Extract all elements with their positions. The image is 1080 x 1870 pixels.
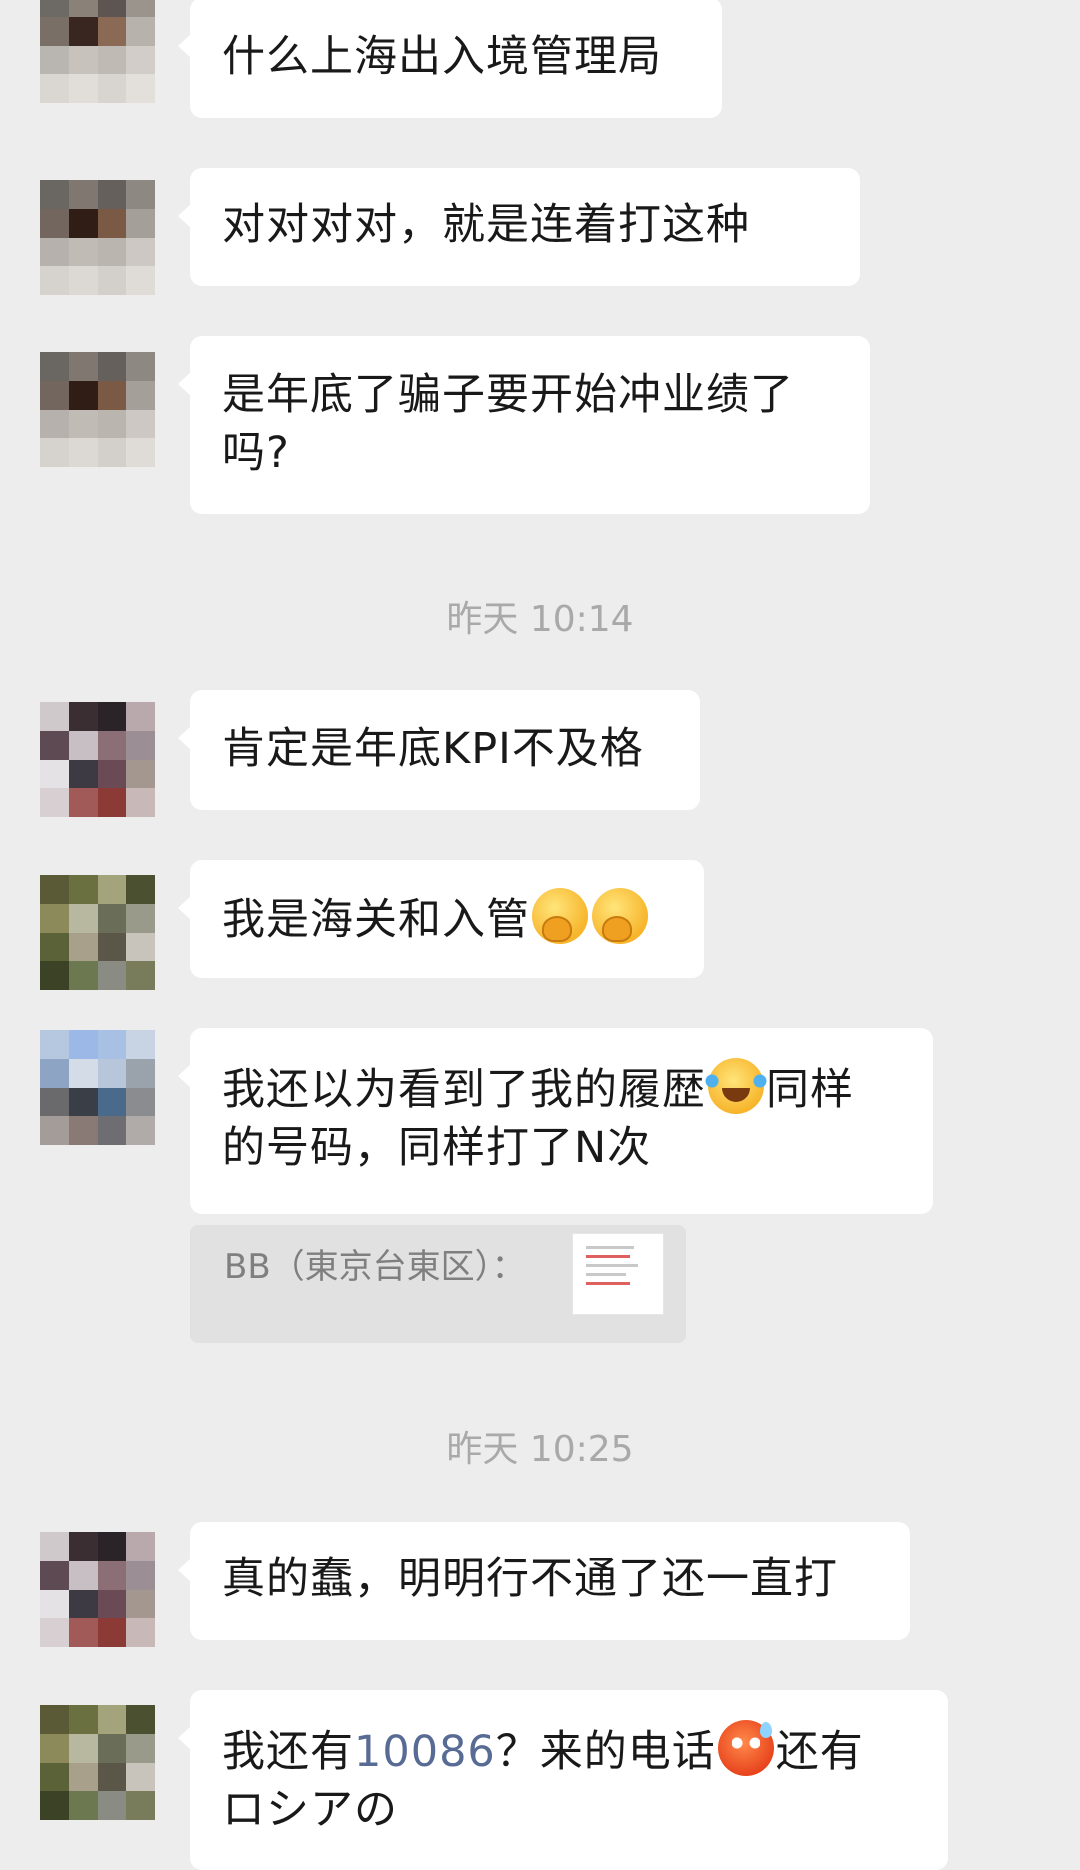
message-text: 我还以为看到了我的履歴: [222, 1065, 706, 1115]
message-bubble[interactable]: 我是海关和入管: [178, 860, 704, 978]
chat-timestamp: 昨天 10:25: [446, 1429, 634, 1470]
message-bubble[interactable]: 我还有10086？来的电话 还有 ロシアの: [178, 1690, 948, 1870]
avatar[interactable]: [40, 0, 155, 103]
avatar[interactable]: [40, 1705, 155, 1820]
avatar[interactable]: [40, 1030, 155, 1145]
avatar[interactable]: [40, 352, 155, 467]
hand-over-mouth-emoji: [532, 888, 588, 944]
message-bubble[interactable]: 肯定是年底KPI不及格: [178, 690, 700, 810]
phone-number-link[interactable]: 10086: [354, 1727, 496, 1777]
chat-timestamp: 昨天 10:14: [446, 599, 634, 640]
avatar[interactable]: [40, 875, 155, 990]
avatar[interactable]: [40, 1532, 155, 1647]
message-text-line: 的号码，同样打了N次: [222, 1123, 652, 1173]
message-text-line: 是年底了骗子要开始冲业绩了: [222, 370, 794, 420]
message-text: 我是海关和入管: [222, 895, 530, 945]
message-bubble[interactable]: 我还以为看到了我的履歴 同样 的号码，同样打了N次: [178, 1028, 933, 1214]
avatar[interactable]: [40, 702, 155, 817]
message-text-line: 吗?: [222, 428, 290, 478]
sweating-red-face-emoji: [717, 1720, 774, 1776]
message-text: 什么上海出入境管理局: [222, 32, 662, 82]
message-text: 我还有: [222, 1727, 354, 1777]
message-text-line: 我还以为看到了我的履歴 同样: [222, 1058, 901, 1119]
hand-over-mouth-emoji: [592, 888, 648, 944]
message-text: 肯定是年底KPI不及格: [222, 724, 644, 774]
message-text: ？来的电话: [495, 1727, 716, 1777]
chat-message-list[interactable]: 什么上海出入境管理局 对对对对，就是连着打这种 是年底了骗子要开始冲业绩了 吗?…: [0, 0, 1080, 1870]
message-text: 真的蠢，明明行不通了还一直打: [222, 1554, 838, 1604]
message-bubble[interactable]: 真的蠢，明明行不通了还一直打: [178, 1522, 910, 1640]
quote-text: BB（東京台東区）：: [224, 1247, 526, 1287]
message-text: 对对对对，就是连着打这种: [222, 200, 750, 250]
message-bubble[interactable]: 什么上海出入境管理局: [178, 0, 722, 118]
message-bubble[interactable]: 是年底了骗子要开始冲业绩了 吗?: [178, 336, 870, 514]
message-text-line: ロシアの: [222, 1785, 398, 1835]
message-bubble[interactable]: 对对对对，就是连着打这种: [178, 168, 860, 286]
avatar[interactable]: [40, 180, 155, 295]
call-log-thumbnail[interactable]: [572, 1233, 664, 1315]
message-text-line: 我还有10086？来的电话 还有: [222, 1720, 916, 1781]
tears-of-joy-emoji: [704, 1058, 768, 1114]
message-text: 同样: [766, 1065, 854, 1115]
quoted-message[interactable]: BB（東京台東区）：: [190, 1225, 686, 1343]
message-text: 还有: [775, 1727, 864, 1777]
